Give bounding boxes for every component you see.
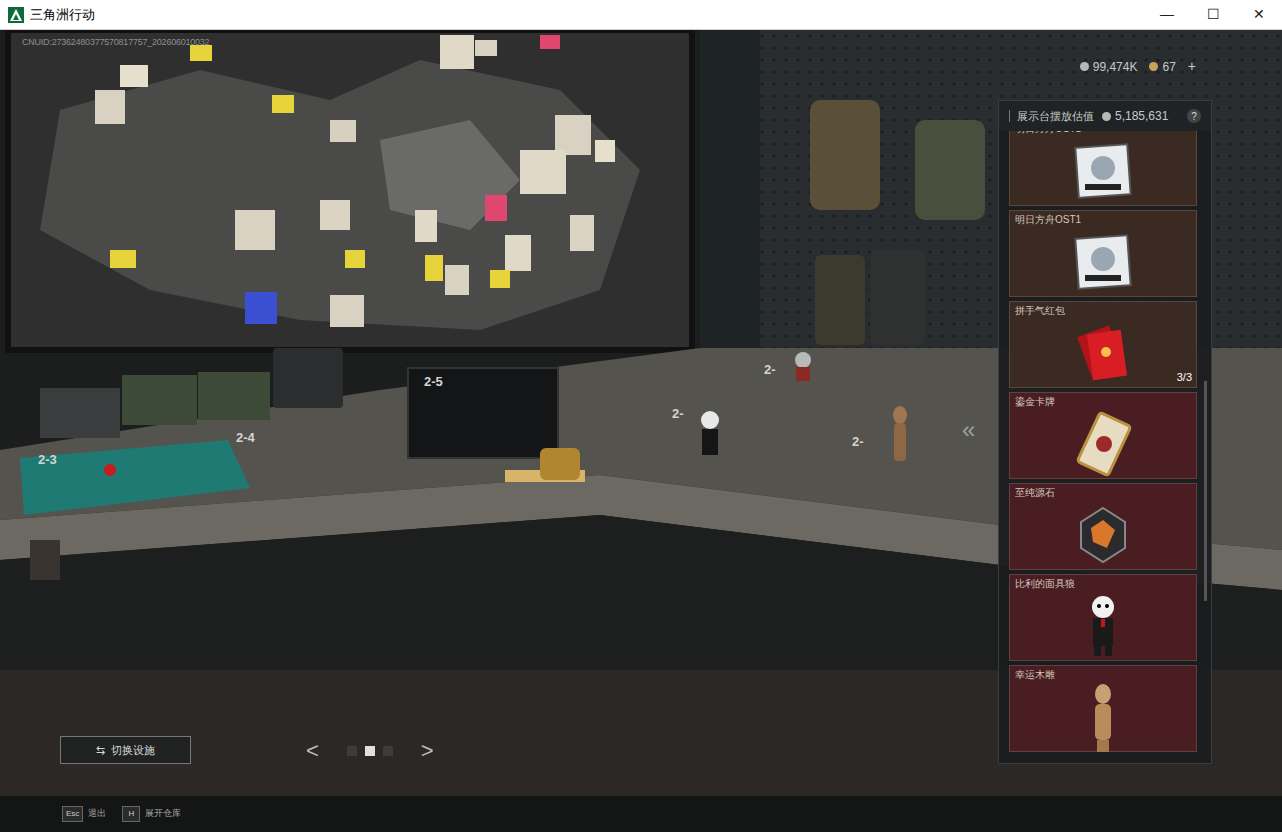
- page-dot[interactable]: [347, 746, 357, 756]
- display-item[interactable]: 明日方舟OST1: [1009, 210, 1197, 297]
- disc-icon: [1071, 233, 1135, 291]
- display-item[interactable]: 明日方舟OST1: [1009, 131, 1197, 206]
- item-count: 3/3: [1177, 369, 1192, 386]
- wooden-statue-icon: [1086, 682, 1120, 754]
- collapse-panel-button[interactable]: «: [962, 418, 975, 442]
- currency-bar: 99,474K 67 +: [1080, 56, 1196, 77]
- uid-label: CNUID:27362480377570817757_202606010032: [22, 36, 209, 50]
- next-page-button[interactable]: >: [421, 734, 434, 767]
- disc-icon: [1071, 142, 1135, 200]
- key-cap: Esc: [62, 806, 83, 822]
- key-cap: H: [122, 806, 140, 822]
- coin-icon: [1149, 62, 1158, 71]
- pager: <>: [306, 734, 434, 767]
- swap-icon: ⇆: [96, 742, 105, 759]
- currency: 67: [1149, 58, 1175, 76]
- scrollbar[interactable]: [1204, 381, 1207, 601]
- table-slot-label[interactable]: 2-5: [424, 372, 443, 392]
- table-slot-label[interactable]: 2-: [764, 360, 776, 380]
- table-slot-label[interactable]: 2-4: [236, 428, 255, 448]
- app-window: 三角洲行动—☐✕CNUID:27362480377570817757_20260…: [0, 0, 1282, 832]
- add-currency-button[interactable]: +: [1188, 56, 1196, 77]
- page-dot[interactable]: [365, 746, 375, 756]
- window-control-button[interactable]: ✕: [1236, 0, 1282, 30]
- table-slot-label[interactable]: 2-: [672, 404, 684, 424]
- key-hint[interactable]: Esc退出: [62, 806, 106, 822]
- display-panel: 展示台摆放估值5,185,631?明日方舟OST1明日方舟OST1拼手气红包3/…: [998, 100, 1212, 764]
- display-item[interactable]: 鎏金卡牌: [1009, 392, 1197, 479]
- display-item[interactable]: 比利的面具狼: [1009, 574, 1197, 661]
- gold-card-icon: [1071, 411, 1135, 477]
- table-slot-label[interactable]: 2-: [852, 432, 864, 452]
- puppet-figure-icon: [1083, 593, 1123, 659]
- coin-icon: [1080, 62, 1089, 71]
- key-hint[interactable]: H展开仓库: [122, 806, 181, 822]
- prev-page-button[interactable]: <: [306, 734, 319, 767]
- display-item[interactable]: 幸运木雕: [1009, 665, 1197, 752]
- scene: CNUID:27362480377570817757_202606010032 2…: [0, 30, 1282, 832]
- window-control-button[interactable]: —: [1144, 0, 1190, 30]
- window-control-button[interactable]: ☐: [1190, 0, 1236, 30]
- page-dot[interactable]: [383, 746, 393, 756]
- window-title: 三角洲行动: [30, 5, 95, 25]
- panel-header: 展示台摆放估值5,185,631?: [999, 101, 1211, 131]
- item-list: 明日方舟OST1明日方舟OST1拼手气红包3/3鎏金卡牌至纯源石比利的面具狼幸运…: [999, 131, 1211, 763]
- title-bar: 三角洲行动 —☐✕: [0, 0, 1282, 30]
- switch-facility-button[interactable]: ⇆切换设施: [60, 736, 191, 764]
- game-logo-icon: [8, 7, 24, 23]
- coin-icon: [1102, 112, 1111, 121]
- display-item[interactable]: 至纯源石: [1009, 483, 1197, 570]
- help-button[interactable]: ?: [1187, 109, 1201, 123]
- table-slot-label[interactable]: 2-3: [38, 450, 57, 470]
- display-item[interactable]: 拼手气红包3/3: [1009, 301, 1197, 388]
- red-envelope-icon: [1068, 324, 1138, 382]
- hint-bar: Esc退出 H展开仓库: [0, 796, 1282, 832]
- currency: 99,474K: [1080, 58, 1138, 76]
- crystal-icon: [1073, 504, 1133, 566]
